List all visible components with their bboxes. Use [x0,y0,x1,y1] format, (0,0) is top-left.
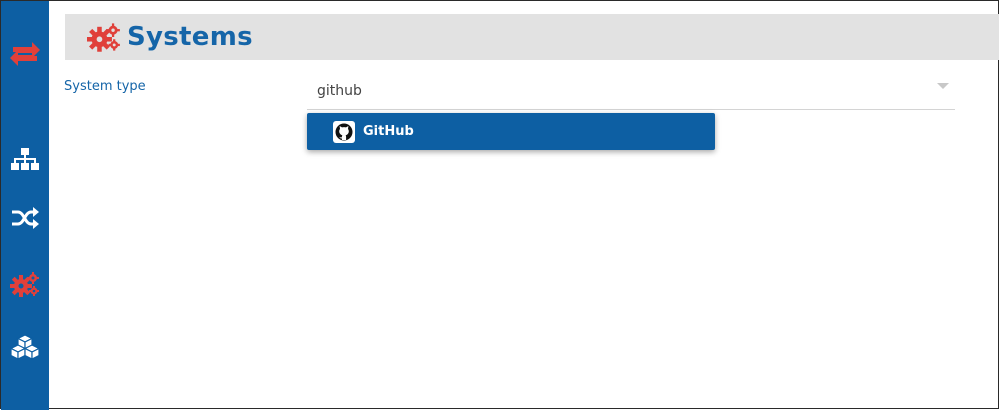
system-type-label: System type [64,79,146,94]
sidebar [1,1,49,410]
page-header: Systems [65,14,999,60]
system-type-select[interactable]: github [307,77,955,110]
sync-arrows-icon[interactable] [1,34,49,74]
cogs-icon [87,23,120,52]
shuffle-icon[interactable] [1,198,49,238]
page-title: Systems [127,22,253,52]
app-frame: Systems System type github GitHub [0,0,999,410]
dropdown-option-label[interactable]: GitHub [363,124,414,139]
caret-down-icon[interactable] [937,83,949,89]
github-icon [333,120,355,143]
sitemap-icon[interactable] [1,139,49,179]
cubes-icon[interactable] [1,327,49,367]
dropdown-option-github[interactable]: GitHub [307,113,715,150]
cogs-icon[interactable] [1,264,49,304]
system-type-value[interactable]: github [317,83,362,99]
